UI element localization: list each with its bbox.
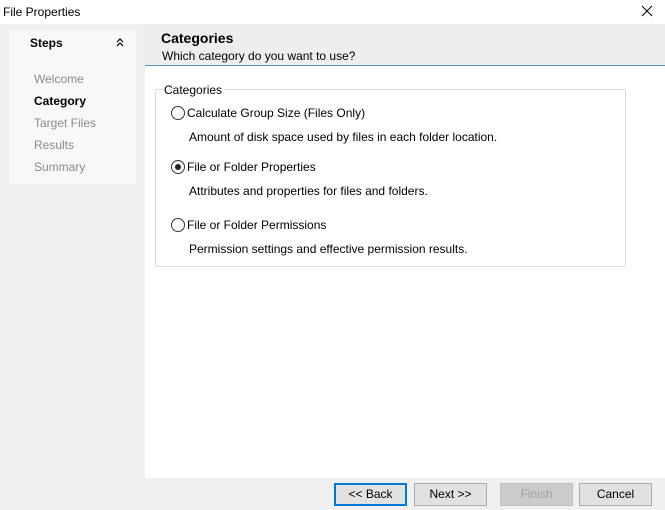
categories-legend: Categories: [162, 83, 225, 97]
step-category: Category: [34, 94, 87, 108]
radio-file-folder-properties[interactable]: [171, 160, 185, 174]
step-target-files: Target Files: [34, 116, 97, 130]
option-desc-file-folder-properties: Attributes and properties for files and …: [189, 184, 428, 198]
cancel-button[interactable]: Cancel: [579, 483, 652, 506]
steps-panel: Steps Welcome Category Target Files Resu…: [10, 30, 136, 184]
option-desc-file-folder-permissions: Permission settings and effective permis…: [189, 242, 468, 256]
page-header: Categories Which category do you want to…: [145, 24, 665, 65]
file-properties-window: File Properties Steps Welcome Category T…: [0, 0, 665, 510]
window-title: File Properties: [3, 5, 81, 19]
radio-file-folder-permissions[interactable]: [171, 218, 185, 232]
option-label-file-folder-permissions[interactable]: File or Folder Permissions: [187, 218, 326, 232]
steps-title: Steps: [30, 36, 63, 50]
page-title: Categories: [161, 30, 234, 46]
close-icon[interactable]: [639, 3, 655, 19]
next-button[interactable]: Next >>: [414, 483, 487, 506]
chevron-double-up-icon[interactable]: [115, 36, 125, 48]
option-label-file-folder-properties[interactable]: File or Folder Properties: [187, 160, 316, 174]
steps-header[interactable]: Steps: [10, 30, 136, 55]
step-results: Results: [34, 138, 75, 152]
content-area: Categories Calculate Group Size (Files O…: [145, 66, 665, 478]
title-bar: File Properties: [0, 0, 665, 24]
page-subtitle: Which category do you want to use?: [162, 49, 356, 63]
step-welcome: Welcome: [34, 72, 84, 86]
radio-calculate-group-size[interactable]: [171, 106, 185, 120]
steps-pane: Steps Welcome Category Target Files Resu…: [0, 24, 145, 510]
back-button[interactable]: << Back: [334, 483, 407, 506]
step-summary: Summary: [34, 160, 86, 174]
option-desc-calculate-group-size: Amount of disk space used by files in ea…: [189, 130, 498, 144]
option-label-calculate-group-size[interactable]: Calculate Group Size (Files Only): [187, 106, 365, 120]
finish-button: Finish: [500, 483, 573, 506]
button-bar: << Back Next >> Finish Cancel: [145, 478, 665, 510]
